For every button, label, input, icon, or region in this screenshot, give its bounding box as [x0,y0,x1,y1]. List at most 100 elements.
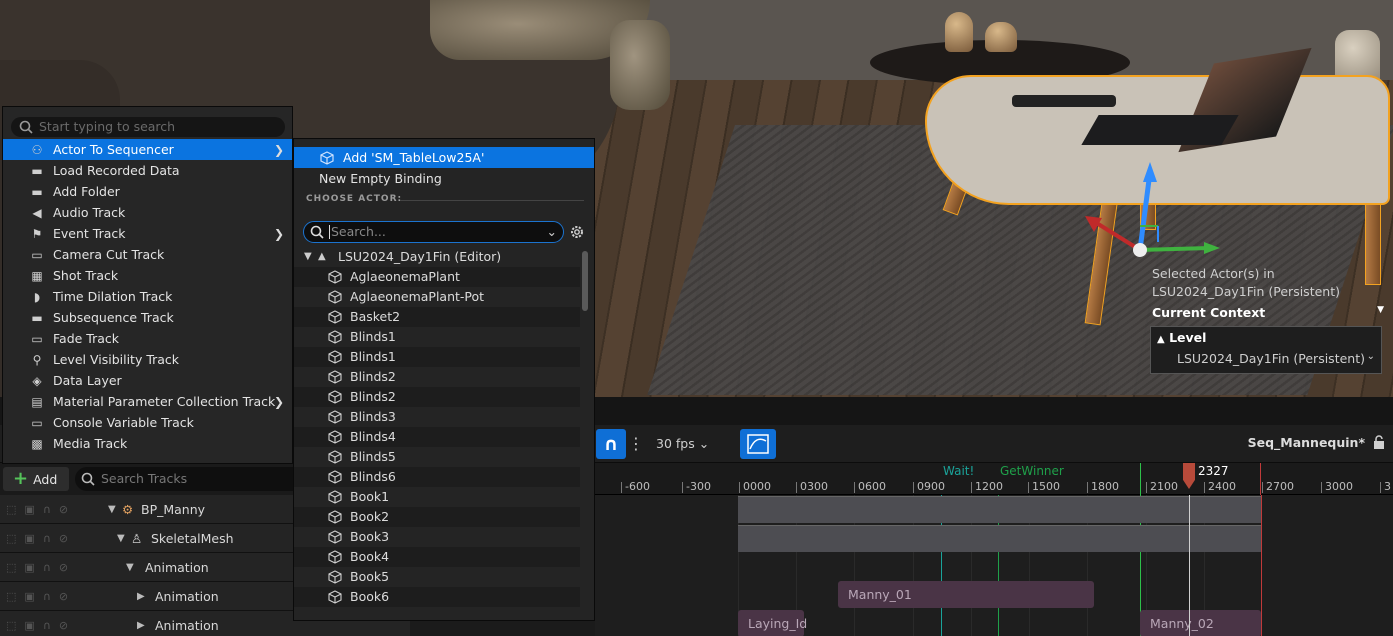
menu-item-add-folder[interactable]: ▬ Add Folder [3,181,292,202]
menu-item-subsequence-track[interactable]: ▬ Subsequence Track [3,307,292,328]
curve-editor-button[interactable] [740,429,776,459]
mute-icon[interactable]: ⊘ [59,532,68,545]
actor-list-item[interactable]: Book1 [294,487,580,507]
solo-icon[interactable]: ∩ [43,619,51,632]
animation-clip[interactable]: Manny_01 [838,581,1094,608]
menu-item-material-parameter-collection-track[interactable]: ▤ Material Parameter Collection Track ❯ [3,391,292,412]
actor-list-item[interactable]: Blinds5 [294,447,580,467]
actor-tree-root[interactable]: ▼ ▲ LSU2024_Day1Fin (Editor) [294,247,580,267]
solo-icon[interactable]: ∩ [43,532,51,545]
lock-icon[interactable]: ▣ [24,590,34,603]
add-track-button[interactable]: + Add [3,467,69,491]
actor-list-item[interactable]: Blinds1 [294,327,580,347]
actor-list-item[interactable]: Blinds2 [294,387,580,407]
static-mesh-icon [328,530,342,544]
current-context-header[interactable]: Current Context ▼ [1146,305,1390,320]
actor-search-input[interactable]: Search... ⌄ [303,221,564,243]
marker-label[interactable]: Wait! [943,464,974,478]
actor-list-item[interactable]: Basket2 [294,307,580,327]
solo-icon[interactable]: ∩ [43,590,51,603]
animation-clip[interactable]: Laying_Id [738,610,807,636]
transform-gizmo[interactable] [1080,160,1230,270]
chevron-down-icon[interactable]: ⌄ [547,222,557,242]
mute-icon[interactable]: ⊘ [59,590,68,603]
menu-item-time-dilation-track[interactable]: ◗ Time Dilation Track [3,286,292,307]
menu-item-shot-track[interactable]: ▦ Shot Track [3,265,292,286]
menu-item-camera-cut-track[interactable]: ▭ Camera Cut Track [3,244,292,265]
gear-icon[interactable] [568,223,586,241]
track-row-icons[interactable]: ⬚ ▣ ∩ ⊘ [6,503,68,516]
collapse-arrow-icon[interactable]: ▼ [117,533,125,544]
track-row-icons[interactable]: ⬚ ▣ ∩ ⊘ [6,619,68,632]
pin-icon[interactable]: ⬚ [6,619,16,632]
expand-arrow-icon[interactable]: ▶ [137,591,145,602]
actor-list[interactable]: ▼ ▲ LSU2024_Day1Fin (Editor) AglaeonemaP… [294,247,580,621]
lock-icon[interactable]: ▣ [24,619,34,632]
search-tracks-input[interactable]: Search Tracks [75,467,295,491]
snap-toggle-button[interactable]: ∩ [596,429,626,459]
track-row-icons[interactable]: ⬚ ▣ ∩ ⊘ [6,590,68,603]
actor-list-item[interactable]: AglaeonemaPlant-Pot [294,287,580,307]
actor-list-item[interactable]: Book4 [294,547,580,567]
mute-icon[interactable]: ⊘ [59,561,68,574]
actor-list-item[interactable]: Blinds1 [294,347,580,367]
curve-editor-icon [747,434,769,454]
marker-label[interactable]: GetWinner [1000,464,1064,478]
actor-list-item[interactable]: Book2 [294,507,580,527]
expand-arrow-icon[interactable]: ▶ [137,620,145,631]
timeline-ruler[interactable]: -600 -300 0000 0300 0600 0900 1200 1500 … [595,463,1393,495]
actor-list-item[interactable]: Blinds3 [294,407,580,427]
actor-section-bar[interactable] [738,496,1261,523]
level-dropdown[interactable]: LSU2024_Day1Fin (Persistent) ⌄ [1157,351,1375,366]
actor-list-item[interactable]: Blinds2 [294,367,580,387]
track-row-icons[interactable]: ⬚ ▣ ∩ ⊘ [6,561,68,574]
actor-list-item[interactable]: Book5 [294,567,580,587]
actor-icon: ⚇ [31,142,43,157]
lock-icon[interactable]: ▣ [24,561,34,574]
pin-icon[interactable]: ⬚ [6,532,16,545]
pin-icon[interactable]: ⬚ [6,503,16,516]
collapse-arrow-icon[interactable]: ▼ [126,562,134,573]
lock-icon[interactable]: ▣ [24,532,34,545]
more-options-icon[interactable]: ⋮ [628,429,644,459]
playhead-handle[interactable] [1183,463,1195,489]
menu-item-load-recorded-data[interactable]: ▬ Load Recorded Data [3,160,292,181]
actor-list-item[interactable]: AglaeonemaPlant [294,267,580,287]
shot-icon: ▦ [31,268,43,283]
pin-icon[interactable]: ⬚ [6,561,16,574]
actor-list-scrollbar[interactable] [582,251,588,311]
animation-clip[interactable]: Manny_02 [1140,610,1261,636]
playback-start-marker[interactable] [1140,463,1141,495]
collapse-arrow-icon[interactable]: ▼ [304,247,312,267]
actor-list-item[interactable]: Book6 [294,587,580,607]
menu-item-media-track[interactable]: ▩ Media Track [3,433,292,454]
fps-dropdown[interactable]: 30 fps ⌄ [656,429,726,459]
mute-icon[interactable]: ⊘ [59,619,68,632]
actor-list-item[interactable]: Blinds4 [294,427,580,447]
level-context-box[interactable]: ▲ Level LSU2024_Day1Fin (Persistent) ⌄ [1150,326,1382,374]
menu-item-actor-to-sequencer[interactable]: ⚇ Actor To Sequencer ❯ [3,139,292,160]
menu-item-event-track[interactable]: ⚑ Event Track ❯ [3,223,292,244]
mesh-section-bar[interactable] [738,525,1261,552]
new-empty-binding-item[interactable]: New Empty Binding [294,168,594,189]
actor-list-item[interactable]: Book3 [294,527,580,547]
menu-item-level-visibility-track[interactable]: ⚲ Level Visibility Track [3,349,292,370]
menu-item-fade-track[interactable]: ▭ Fade Track [3,328,292,349]
timeline-area[interactable]: Manny_01 Laying_Id Manny_02 [595,495,1393,636]
menu-item-console-variable-track[interactable]: ▭ Console Variable Track [3,412,292,433]
track-row-icons[interactable]: ⬚ ▣ ∩ ⊘ [6,532,68,545]
lock-icon[interactable]: ▣ [24,503,34,516]
solo-icon[interactable]: ∩ [43,561,51,574]
menu-item-data-layer[interactable]: ◈ Data Layer [3,370,292,391]
lock-icon[interactable] [1373,435,1385,449]
solo-icon[interactable]: ∩ [43,503,51,516]
chevron-down-icon[interactable]: ▼ [1377,305,1390,320]
add-selected-actor-item[interactable]: Add 'SM_TableLow25A' [294,147,594,168]
pin-icon[interactable]: ⬚ [6,590,16,603]
playback-end-marker[interactable] [1260,463,1261,495]
menu-search-input[interactable]: Start typing to search [11,117,285,137]
mute-icon[interactable]: ⊘ [59,503,68,516]
actor-list-item[interactable]: Blinds6 [294,467,580,487]
collapse-arrow-icon[interactable]: ▼ [108,504,116,515]
menu-item-audio-track[interactable]: ◀ Audio Track [3,202,292,223]
